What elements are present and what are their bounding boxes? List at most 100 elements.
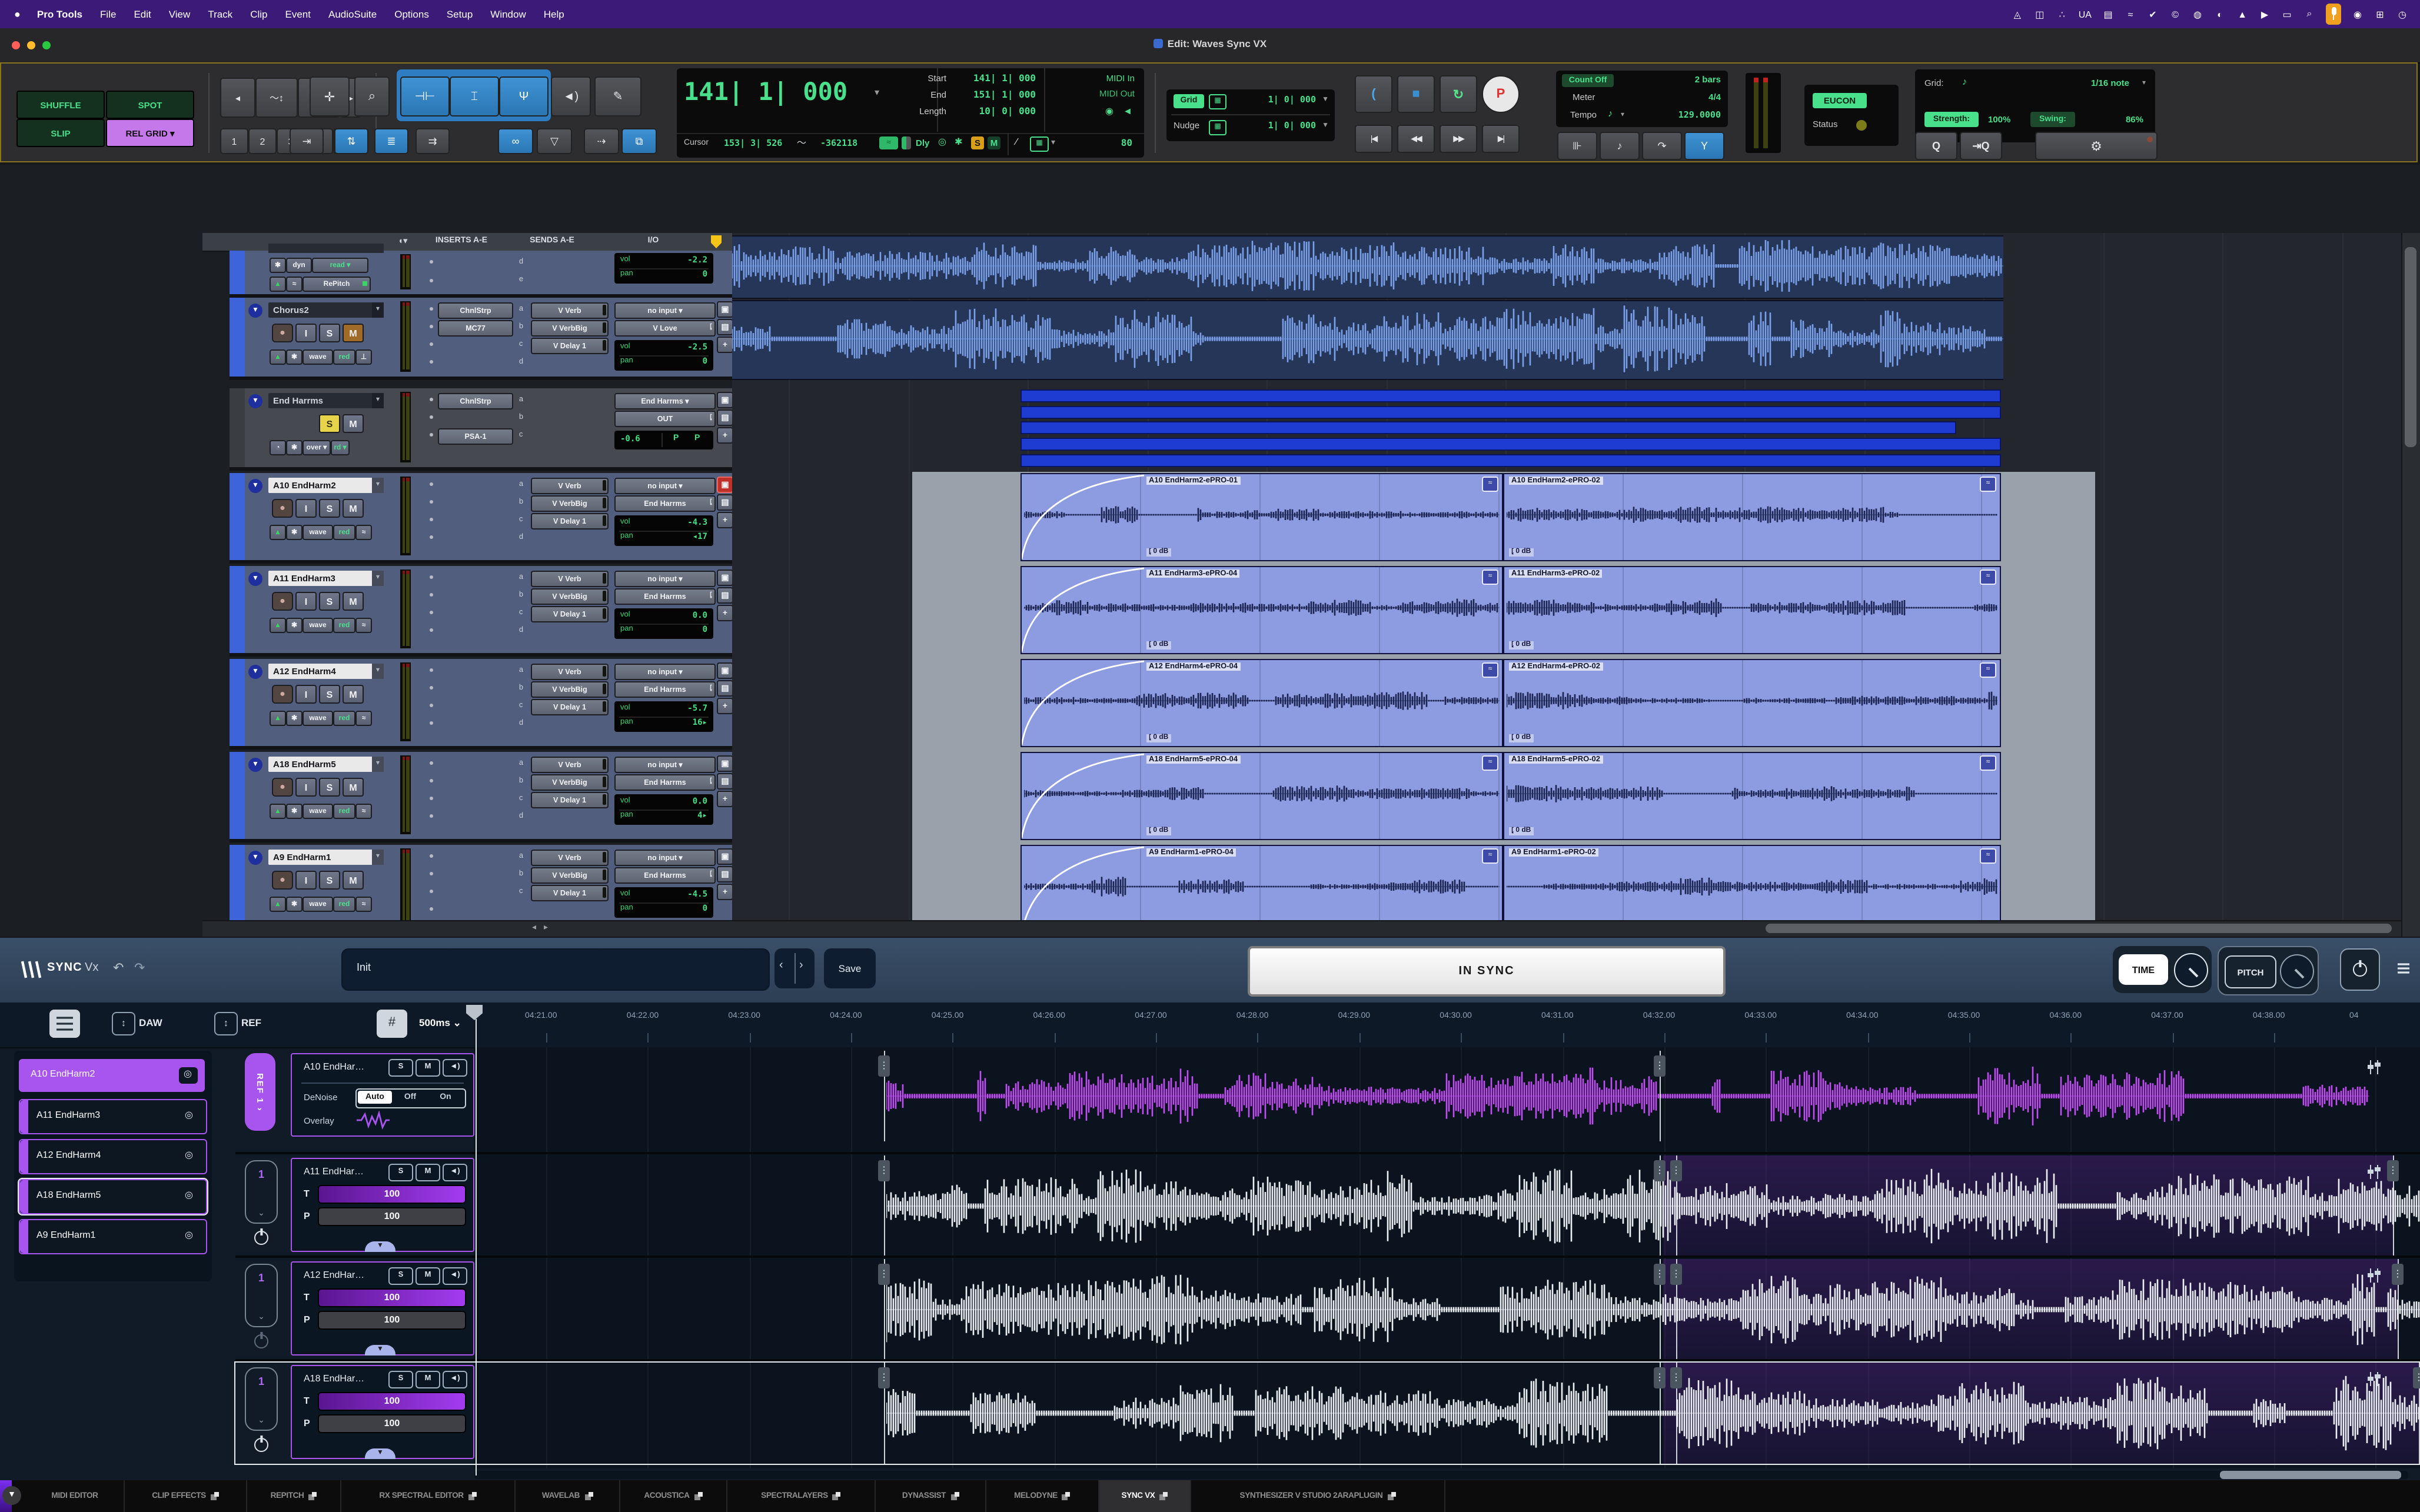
elastic-audio-clip-icon[interactable]: ≈ [1482,848,1498,864]
track-small-button-4[interactable]: ≈ [355,618,372,633]
comments-button[interactable]: ▤ [717,409,733,426]
pre-roll-value[interactable]: 80 [1121,138,1132,148]
end-value[interactable]: 151| 1| 000 [973,89,1036,100]
overlay-wave-icon[interactable] [355,1111,391,1130]
menu-item-edit[interactable]: Edit [134,8,151,20]
track-collapse-arrow[interactable]: ▼ [248,758,262,772]
stop-button[interactable]: ■ [1397,75,1435,113]
track-small-button-2[interactable]: over ▾ [302,440,331,455]
insert-power-dot[interactable] [430,415,433,419]
solo-button[interactable]: S [319,685,340,704]
denoise-option-on[interactable]: On [428,1091,463,1104]
online-button[interactable]: ( [1355,75,1392,113]
length-value[interactable]: 10| 0| 000 [979,106,1036,116]
insert-power-dot[interactable] [430,360,433,364]
sync-anchor-handle[interactable]: ⋮ [1654,1055,1666,1077]
track-collapse-arrow[interactable]: ▼ [248,304,262,318]
grid-mode-label[interactable]: Grid [1174,94,1204,108]
tempo-menu-icon[interactable]: ▾ [1621,111,1624,119]
pan-value[interactable]: 0 [703,269,707,279]
mute-button[interactable]: M [415,1059,440,1077]
send-button-1[interactable]: V VerbBig [531,681,609,698]
sync-anchor-handle[interactable]: ⋮ [1654,1367,1666,1388]
track-color-stripe[interactable] [230,659,245,746]
track-small-button-3[interactable]: red [333,897,355,912]
plugin-tab-clip-effects[interactable]: CLIP EFFECTS [125,1480,247,1512]
pan-value[interactable]: 0 [703,625,707,634]
track-small-button-3[interactable]: rd ▾ [331,440,350,455]
edit-mode-slip[interactable]: SLIP [16,119,105,147]
track-name-menu-icon[interactable]: ▾ [372,664,384,679]
track-small-button-0[interactable]: ▲ [270,897,286,912]
pause-click-button[interactable]: ⊪ [1557,132,1597,160]
pitch-amount-slider[interactable]: 100 [318,1207,466,1226]
metronome-button[interactable]: ♪ [1600,132,1640,160]
plugin-power-button[interactable] [2340,948,2380,991]
timebase-flag-icon[interactable] [711,235,722,248]
audio-clip[interactable]: A11 EndHarm3-ePRO-02≈⦏ 0 dB [1503,566,2001,654]
track-name[interactable]: A12 EndHarm4 [268,664,384,679]
sync-anchor-handle[interactable]: ⋮ [878,1160,890,1181]
insert-power-dot[interactable] [430,593,433,597]
add-row-button[interactable]: + [717,698,733,714]
row-power-button[interactable] [254,1438,268,1452]
audio-clip-waveform-row[interactable] [732,300,2003,380]
insert-button-2[interactable]: PSA-1 [438,428,513,445]
track-name[interactable]: A18 EndHarm5 [268,757,384,772]
send-button-2[interactable]: V Delay 1 [531,699,609,715]
tempo-follow-button[interactable]: ↷ [1642,132,1682,160]
automation-follows-edit-button[interactable]: ▽ [537,128,572,154]
insert-power-dot[interactable] [430,325,433,328]
hscroll-right-arrow[interactable]: ▸ [544,922,548,932]
insert-power-dot[interactable] [430,518,433,521]
insert-power-dot[interactable] [430,500,433,504]
input-selector[interactable]: no input ▾ [614,302,716,319]
audio-clip[interactable]: A18 EndHarm5-ePRO-02≈⦏ 0 dB [1503,752,2001,840]
pan-value[interactable]: 0 [703,904,707,913]
mute-button[interactable]: M [343,324,364,342]
insertion-follows-playback-button[interactable]: ⇅ [334,128,368,154]
visibility-eye-icon[interactable]: ◎ [180,1228,199,1245]
eucon-badge[interactable]: EUCON [1813,93,1867,108]
add-row-button[interactable]: + [717,791,733,807]
playlist-view-button[interactable]: ▣ [717,392,733,408]
sync-anchor-handle[interactable]: ⋮ [1670,1264,1682,1285]
insert-power-dot[interactable] [430,890,433,893]
time-knob[interactable] [2174,953,2208,987]
track-small-button-1[interactable]: ✱ [286,525,302,540]
track-small-button-2[interactable]: wave [302,897,333,912]
target-icon[interactable]: ◎ [938,136,946,147]
output-selector[interactable]: End Harrms⦏ [614,588,716,605]
add-row-button[interactable]: + [717,427,733,444]
mic-icon[interactable] [2326,4,2341,25]
row-expand-tab[interactable]: ▼ [365,1241,395,1252]
clipboard-check-icon[interactable]: ✔ [2147,9,2159,19]
master-vol-value[interactable]: -0.6 [620,434,640,444]
monitor-button[interactable]: ◄) [443,1059,467,1077]
send-button-1[interactable]: V VerbBig [531,320,609,337]
solo-button[interactable]: S [388,1059,413,1077]
visibility-eye-icon[interactable]: ◎ [180,1108,199,1125]
ref-tab[interactable]: REF 1 › [245,1053,275,1131]
record-enable-button[interactable]: ● [272,324,293,342]
track-small-button-0[interactable]: ▲ [270,525,286,540]
input-monitor-button[interactable]: I [295,778,317,797]
tab-to-transient-button[interactable]: ⇥ [290,128,324,154]
link-timeline-edit-button[interactable]: ≣ [374,128,408,154]
automation-mode-button[interactable]: read ▾ [312,258,368,273]
grid2-note-icon[interactable]: ♪ [1962,76,1967,87]
insert-power-dot[interactable] [430,761,433,765]
speaker-green-icon[interactable]: ◄ [1123,106,1132,116]
selector-tool[interactable]: ⌶ [450,76,499,116]
p-left[interactable]: P [673,434,679,442]
apple-menu-icon[interactable]: ● [14,8,21,20]
plugin-tab-melodyne[interactable]: MELODYNE [986,1480,1099,1512]
elastic-audio-clip-icon[interactable]: ≈ [1980,755,1996,771]
syncvx-waveform-lane[interactable]: ⋮⋮ [474,1051,2420,1141]
group-badge[interactable]: 1⌄ [245,1367,278,1431]
grabber-tool[interactable]: Ψ [499,76,549,116]
send-button-1[interactable]: V VerbBig [531,495,609,512]
sync-anchor-handle[interactable]: ⋮ [878,1367,890,1388]
vol-value[interactable]: 0.0 [693,611,707,620]
track-small-button-1[interactable]: ✱ [286,349,302,365]
